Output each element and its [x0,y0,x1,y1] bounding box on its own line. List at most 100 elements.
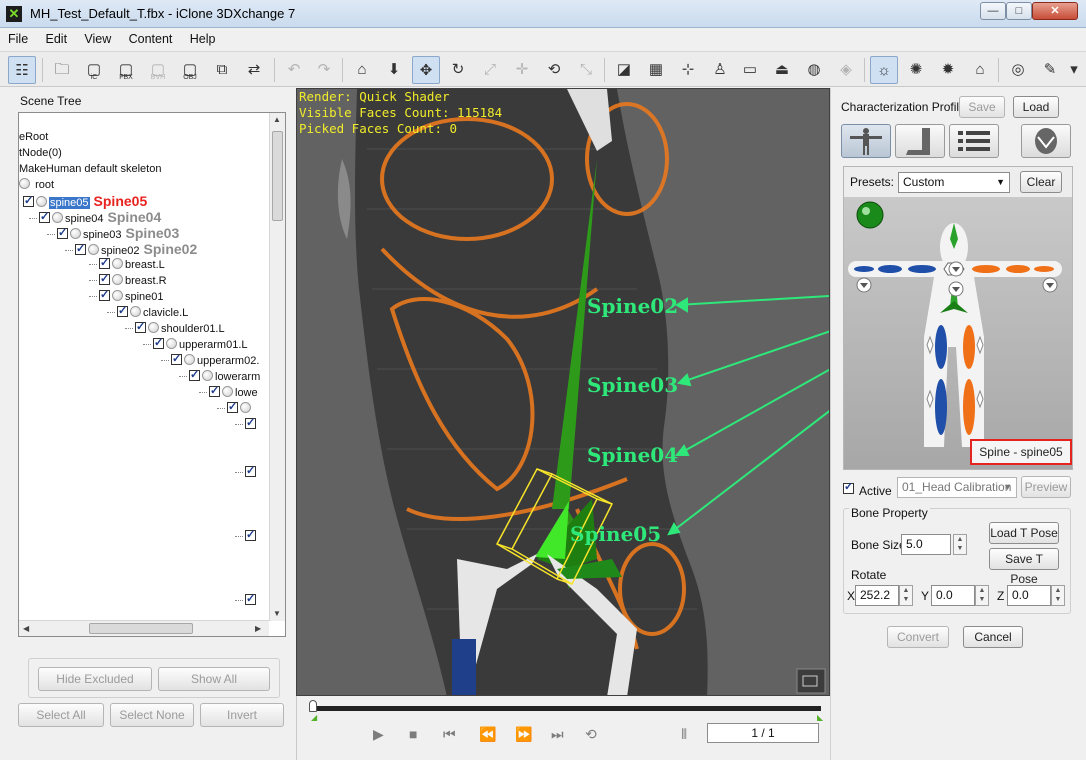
timeline-settings-icon[interactable]: ⦀ [681,726,687,743]
next-key-icon[interactable]: ⏭ [551,726,564,743]
tree-vertical-scroll-thumb[interactable] [272,131,283,221]
checkbox[interactable] [23,193,34,209]
tree-row-spine04[interactable]: spine04Spine04 [29,209,161,225]
redo-icon[interactable]: ↷ [310,56,338,84]
tree-row[interactable] [235,463,258,481]
import-ic-icon[interactable]: ▢ iC [80,56,108,84]
scroll-right-icon[interactable]: ▶ [255,624,261,633]
scroll-up-icon[interactable]: ▲ [273,115,281,124]
bone-display-icon[interactable]: ♙ [706,56,734,84]
scroll-down-icon[interactable]: ▼ [273,609,281,618]
tab-foot-icon[interactable] [895,124,945,158]
rotate-x-stepper[interactable]: ▲ ▼ [899,585,913,606]
floor-icon[interactable]: ⏏ [768,56,796,84]
checkbox[interactable] [245,463,256,479]
tab-list-icon[interactable] [949,124,999,158]
show-all-button[interactable]: Show All [158,667,270,691]
menu-content[interactable]: Content [121,29,179,46]
close-button[interactable]: ✕ [1032,2,1078,20]
menu-help[interactable]: Help [182,29,222,46]
tree-row[interactable] [235,527,258,545]
undo-icon[interactable]: ↶ [280,56,308,84]
checkbox[interactable] [39,209,50,225]
checkbox[interactable] [135,319,146,335]
3d-viewport[interactable]: Render: Quick Shader Visible Faces Count… [296,88,830,696]
tree-row[interactable]: eRoot [19,129,48,145]
checkbox[interactable] [99,271,110,287]
save-t-pose-button[interactable]: Save T Pose [989,548,1059,586]
home-icon[interactable]: ⌂ [348,56,376,84]
timeline-playhead[interactable] [309,700,317,712]
menu-edit[interactable]: Edit [38,29,74,46]
frame-counter[interactable]: 1 / 1 [707,723,819,743]
import-fbx-icon[interactable]: ▢ FBX [112,56,140,84]
checkbox[interactable] [99,255,110,271]
checkbox[interactable] [245,591,256,607]
tree-row-spine03[interactable]: spine03Spine03 [47,225,179,241]
loop-icon[interactable]: ⟲ [585,726,597,743]
rotate-z-stepper[interactable]: ▲ ▼ [1051,585,1065,606]
checkbox[interactable] [153,335,164,351]
checkbox[interactable] [227,399,238,415]
profile-load-button[interactable]: Load [1013,96,1059,118]
tree-horizontal-scroll-thumb[interactable] [89,623,193,634]
tree-row[interactable]: MakeHuman default skeleton [19,161,161,177]
import-obj-icon[interactable]: ▢ OBJ [176,56,204,84]
menu-view[interactable]: View [76,29,117,46]
previous-key-icon[interactable]: ⏮ [443,726,456,743]
reset-icon[interactable]: ⟲ [540,56,568,84]
tree-row[interactable]: upperarm02. [161,351,259,369]
checkbox[interactable] [189,367,200,383]
active-checkbox[interactable] [843,480,854,494]
rotate-y-field[interactable]: 0.0 [931,585,975,606]
maximize-button[interactable]: □ [1006,2,1032,20]
menu-file[interactable]: File [0,29,34,46]
step-back-icon[interactable]: ⏪ [479,726,496,743]
texture-icon[interactable]: ◈ [832,56,860,84]
tree-row[interactable]: root [19,177,54,193]
light-ambient-icon[interactable]: ☼ [870,56,898,84]
scroll-left-icon[interactable]: ◀ [23,624,29,633]
rotate-icon[interactable]: ↻ [444,56,472,84]
bone-size-stepper[interactable]: ▲ ▼ [953,534,967,555]
step-forward-icon[interactable]: ⏩ [515,726,532,743]
invert-button[interactable]: Invert [200,703,284,727]
drop-to-floor-icon[interactable]: ⬇ [380,56,408,84]
wrench-icon[interactable]: ✎ [1036,56,1064,84]
tree-vertical-scrollbar[interactable]: ▲ ▼ [269,113,285,621]
light-directional-icon[interactable]: ✺ [902,56,930,84]
convert-button[interactable]: Convert [887,626,949,648]
scene-tree[interactable]: eRoot tNode(0) MakeHuman default skeleto… [18,112,286,637]
preview-button[interactable]: Preview [1021,476,1071,498]
tree-row[interactable]: lowerarm [179,367,260,385]
shader-icon[interactable]: ▭ [736,56,764,84]
presets-clear-button[interactable]: Clear [1020,171,1062,193]
checkbox[interactable] [209,383,220,399]
grid-icon[interactable]: ▦ [642,56,670,84]
select-all-button[interactable]: Select All [18,703,104,727]
toolbar-more-icon[interactable]: ▾ [1064,56,1084,84]
axis-icon[interactable]: ⊹ [674,56,702,84]
load-t-pose-button[interactable]: Load T Pose [989,522,1059,544]
presets-select[interactable]: Custom ▼ [898,172,1010,193]
tree-row[interactable]: clavicle.L [107,303,188,321]
scene-tree-toggle-icon[interactable]: ☷ [8,56,36,84]
rotate-x-field[interactable]: 252.2 [855,585,899,606]
tree-horizontal-scrollbar[interactable]: ◀ ▶ [19,620,269,636]
checkbox[interactable] [99,287,110,303]
profile-save-button[interactable]: Save [959,96,1005,118]
tree-row[interactable] [235,591,258,609]
rotate-z-field[interactable]: 0.0 [1007,585,1051,606]
tree-row-spine05[interactable]: spine05Spine05 [23,193,147,209]
select-none-button[interactable]: Select None [110,703,194,727]
light-point-icon[interactable]: ✹ [934,56,962,84]
earth-icon[interactable]: ◎ [1004,56,1032,84]
tree-row[interactable]: upperarm01.L [143,335,248,353]
timeline-track[interactable] [311,706,821,711]
export-icon[interactable]: ⧉ [208,56,236,84]
minimize-button[interactable]: — [980,2,1006,20]
move-icon[interactable]: ✥ [412,56,440,84]
play-icon[interactable]: ▶ [373,726,384,743]
open-folder-icon[interactable]: 🗀 [48,56,76,84]
checkbox[interactable] [245,415,256,431]
